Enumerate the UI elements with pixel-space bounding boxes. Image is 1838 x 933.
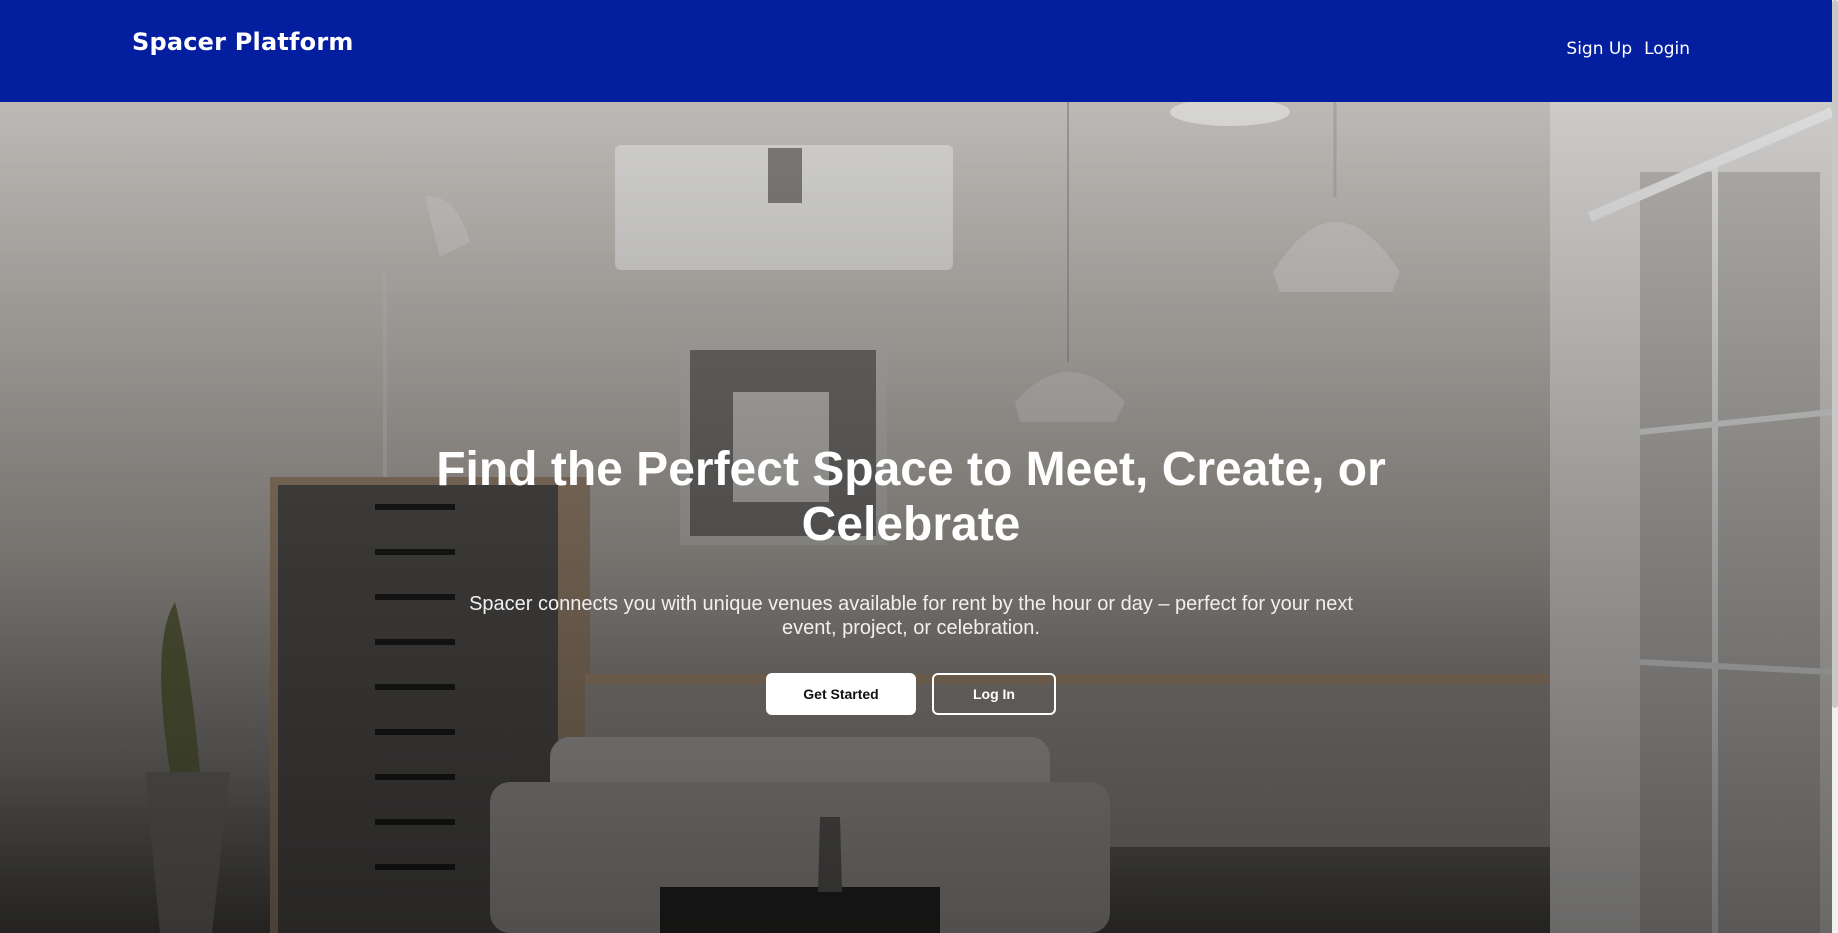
nav-links: Sign Up Login [1566, 39, 1690, 59]
top-navbar: Spacer Platform Sign Up Login [0, 0, 1832, 102]
brand-logo[interactable]: Spacer Platform [132, 28, 354, 56]
get-started-button[interactable]: Get Started [766, 673, 916, 715]
scrollbar-thumb[interactable] [1832, 0, 1838, 708]
hero-title: Find the Perfect Space to Meet, Create, … [436, 443, 1386, 551]
hero-content: Find the Perfect Space to Meet, Create, … [0, 442, 1822, 715]
page-scrollbar[interactable] [1832, 0, 1838, 933]
hero-section: Find the Perfect Space to Meet, Create, … [0, 102, 1832, 933]
nav-link-login[interactable]: Login [1644, 39, 1690, 59]
log-in-button[interactable]: Log In [932, 673, 1056, 715]
hero-subtitle: Spacer connects you with unique venues a… [469, 593, 1353, 639]
nav-link-sign-up[interactable]: Sign Up [1566, 39, 1632, 59]
hero-buttons: Get Started Log In [0, 673, 1822, 715]
